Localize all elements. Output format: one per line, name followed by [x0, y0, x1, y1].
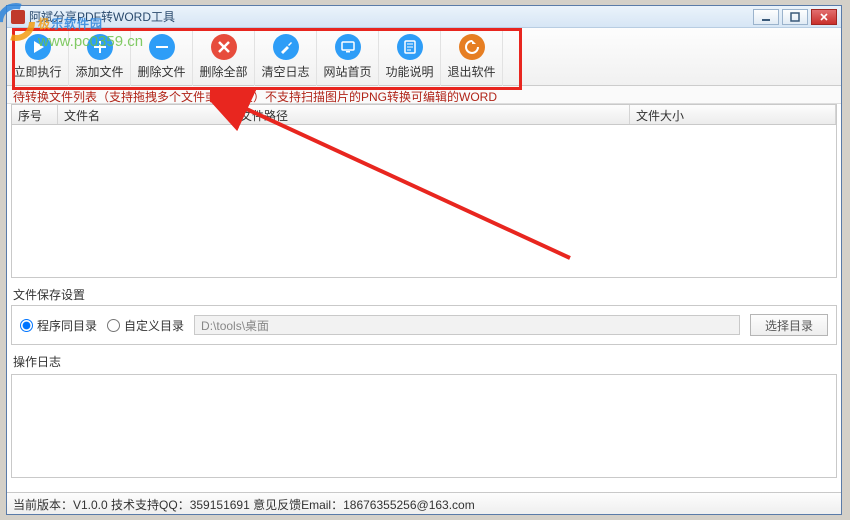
log-body[interactable]: [11, 374, 837, 478]
save-path-input[interactable]: [194, 315, 740, 335]
website-label: 网站首页: [323, 63, 371, 80]
window-controls: [753, 9, 837, 25]
add-file-button[interactable]: 添加文件: [69, 28, 131, 86]
run-button[interactable]: 立即执行: [7, 28, 69, 86]
remove-all-button[interactable]: 删除全部: [193, 28, 255, 86]
save-settings-body: 程序同目录 自定义目录 选择目录: [11, 305, 837, 345]
browse-button[interactable]: 选择目录: [750, 314, 828, 336]
brush-icon: [273, 34, 299, 60]
col-index[interactable]: 序号: [12, 105, 58, 124]
app-window: 阿斌分享PDF转WORD工具 立即执行 添加文件 删除文件 删除全部 清空日志: [6, 5, 842, 515]
status-text: 当前版本：V1.0.0 技术支持QQ：359151691 意见反馈Email：1…: [13, 498, 475, 512]
website-button[interactable]: 网站首页: [317, 28, 379, 86]
remove-all-label: 删除全部: [199, 63, 247, 80]
remove-label: 删除文件: [137, 63, 185, 80]
help-label: 功能说明: [385, 63, 433, 80]
titlebar: 阿斌分享PDF转WORD工具: [7, 6, 841, 28]
table-body[interactable]: [12, 125, 836, 277]
log-title: 操作日志: [11, 351, 837, 372]
minimize-button[interactable]: [753, 9, 779, 25]
radio-same-dir[interactable]: 程序同目录: [20, 317, 97, 334]
close-button[interactable]: [811, 9, 837, 25]
col-path[interactable]: 文件路径: [234, 105, 630, 124]
col-name[interactable]: 文件名: [58, 105, 234, 124]
save-settings-group: 文件保存设置 程序同目录 自定义目录 选择目录: [11, 284, 837, 345]
radio-same-dir-label: 程序同目录: [37, 317, 97, 334]
add-label: 添加文件: [75, 63, 123, 80]
file-table: 序号 文件名 文件路径 文件大小: [11, 104, 837, 278]
help-button[interactable]: 功能说明: [379, 28, 441, 86]
save-settings-title: 文件保存设置: [11, 284, 837, 305]
radio-custom-dir-input[interactable]: [107, 319, 120, 332]
status-bar: 当前版本：V1.0.0 技术支持QQ：359151691 意见反馈Email：1…: [7, 492, 841, 514]
exit-label: 退出软件: [447, 63, 495, 80]
minus-icon: [149, 34, 175, 60]
run-label: 立即执行: [13, 63, 61, 80]
exit-icon: [459, 34, 485, 60]
exit-button[interactable]: 退出软件: [441, 28, 503, 86]
toolbar: 立即执行 添加文件 删除文件 删除全部 清空日志 网站首页 功能说明 退出软件: [7, 28, 841, 86]
remove-file-button[interactable]: 删除文件: [131, 28, 193, 86]
col-size[interactable]: 文件大小: [630, 105, 836, 124]
radio-same-dir-input[interactable]: [20, 319, 33, 332]
window-title: 阿斌分享PDF转WORD工具: [29, 8, 753, 25]
log-group: 操作日志: [11, 351, 837, 478]
play-icon: [25, 34, 51, 60]
radio-custom-dir[interactable]: 自定义目录: [107, 317, 184, 334]
table-header: 序号 文件名 文件路径 文件大小: [12, 105, 836, 125]
clear-log-label: 清空日志: [261, 63, 309, 80]
maximize-button[interactable]: [782, 9, 808, 25]
plus-icon: [87, 34, 113, 60]
document-icon: [397, 34, 423, 60]
radio-custom-dir-label: 自定义目录: [124, 317, 184, 334]
x-icon: [211, 34, 237, 60]
file-list-hint: 待转换文件列表（支持拖拽多个文件或文件夹）不支持扫描图片的PNG转换可编辑的WO…: [7, 86, 841, 104]
monitor-icon: [335, 34, 361, 60]
clear-log-button[interactable]: 清空日志: [255, 28, 317, 86]
app-icon: [11, 10, 25, 24]
